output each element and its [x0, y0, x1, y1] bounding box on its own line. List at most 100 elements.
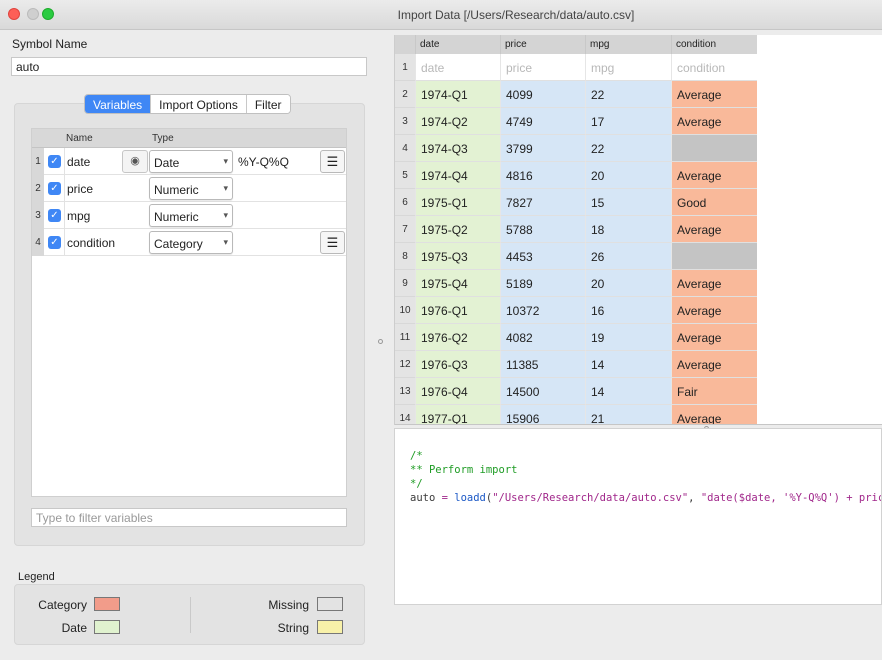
grid-cell[interactable]: Average — [671, 405, 757, 425]
grid-cell[interactable]: 4099 — [500, 81, 585, 108]
row-number: 6 — [395, 189, 415, 216]
column-header-mpg[interactable]: mpg — [585, 35, 671, 54]
grid-cell[interactable]: 18 — [585, 216, 671, 243]
splitter-handle[interactable] — [378, 339, 383, 344]
column-header-condition[interactable]: condition — [671, 35, 757, 54]
code-comment-body: ** Perform import — [410, 464, 518, 476]
variable-row: 2 ✓ price Numeric ▾ — [32, 175, 346, 202]
grid-cell[interactable]: 20 — [585, 162, 671, 189]
legend-string-swatch — [317, 620, 343, 634]
grid-cell[interactable]: mpg — [585, 54, 671, 81]
grid-cell[interactable]: Average — [671, 297, 757, 324]
code-var: auto — [410, 492, 436, 504]
row-number: 8 — [395, 243, 415, 270]
grid-cell[interactable]: 4453 — [500, 243, 585, 270]
type-select[interactable]: Numeric ▾ — [149, 177, 233, 200]
grid-cell[interactable]: 15906 — [500, 405, 585, 425]
variable-name: mpg — [67, 209, 91, 223]
grid-cell[interactable]: Fair — [671, 378, 757, 405]
include-checkbox[interactable]: ✓ — [48, 209, 61, 222]
grid-cell[interactable]: 1974-Q2 — [415, 108, 500, 135]
grid-cell[interactable]: 21 — [585, 405, 671, 425]
row-number: 14 — [395, 405, 415, 425]
type-select[interactable]: Numeric ▾ — [149, 204, 233, 227]
grid-cell[interactable]: 16 — [585, 297, 671, 324]
grid-cell[interactable]: Average — [671, 81, 757, 108]
code-preview-pane[interactable]: /* ** Perform import */ auto = loadd("/U… — [394, 428, 882, 605]
type-value: Category — [154, 237, 203, 251]
include-checkbox[interactable]: ✓ — [48, 236, 61, 249]
symbol-name-input[interactable]: auto — [11, 57, 367, 76]
type-select[interactable]: Category ▾ — [149, 231, 233, 254]
grid-cell[interactable]: 20 — [585, 270, 671, 297]
grid-cell[interactable]: 14500 — [500, 378, 585, 405]
grid-cell[interactable] — [671, 243, 757, 270]
grid-cell[interactable]: Average — [671, 162, 757, 189]
grid-cell[interactable]: 1977-Q1 — [415, 405, 500, 425]
column-header-date[interactable]: date — [415, 35, 500, 54]
eye-icon[interactable]: ◉ — [122, 150, 148, 173]
code-arg-formula: "date($date, '%Y-Q%Q') + price + — [700, 492, 881, 504]
data-preview-grid: date price mpg condition 1 date price mpg condit… — [394, 35, 882, 425]
grid-cell[interactable]: 22 — [585, 81, 671, 108]
date-format-field[interactable]: %Y-Q%Q — [238, 155, 289, 169]
chevron-down-icon: ▾ — [223, 183, 228, 193]
grid-cell[interactable]: 19 — [585, 324, 671, 351]
grid-cell[interactable]: 14 — [585, 351, 671, 378]
grid-cell[interactable]: price — [500, 54, 585, 81]
grid-cell[interactable]: 1975-Q2 — [415, 216, 500, 243]
grid-cell[interactable]: 1976-Q4 — [415, 378, 500, 405]
legend-date-swatch — [94, 620, 120, 634]
grid-cell[interactable]: Average — [671, 351, 757, 378]
grid-cell[interactable]: 1976-Q3 — [415, 351, 500, 378]
tab-import-options[interactable]: Import Options — [150, 95, 246, 113]
grid-cell[interactable]: 1975-Q4 — [415, 270, 500, 297]
variable-name: price — [67, 182, 94, 196]
menu-icon[interactable]: ☰ — [320, 231, 345, 254]
grid-cell[interactable]: 1974-Q3 — [415, 135, 500, 162]
grid-cell[interactable]: 1975-Q1 — [415, 189, 500, 216]
include-checkbox[interactable]: ✓ — [48, 182, 61, 195]
grid-cell[interactable]: 15 — [585, 189, 671, 216]
cell-separator — [64, 175, 65, 202]
type-select[interactable]: Date ▾ — [149, 150, 233, 173]
legend-date-label: Date — [61, 621, 87, 635]
code-comment-open: /* — [410, 450, 423, 462]
grid-cell[interactable]: Average — [671, 324, 757, 351]
grid-cell[interactable] — [671, 135, 757, 162]
grid-cell[interactable]: 14 — [585, 378, 671, 405]
row-number: 7 — [395, 216, 415, 243]
variable-name: date — [67, 155, 91, 169]
grid-cell[interactable]: 26 — [585, 243, 671, 270]
grid-cell[interactable]: 1976-Q1 — [415, 297, 500, 324]
tab-variables[interactable]: Variables — [85, 95, 151, 113]
grid-cell[interactable]: 4082 — [500, 324, 585, 351]
grid-cell[interactable]: 11385 — [500, 351, 585, 378]
grid-cell[interactable]: date — [415, 54, 500, 81]
legend-missing-label: Missing — [268, 598, 309, 612]
grid-cell[interactable]: Good — [671, 189, 757, 216]
grid-cell[interactable]: 10372 — [500, 297, 585, 324]
import-data-window: Import Data [/Users/Research/data/auto.c… — [0, 0, 882, 660]
grid-cell[interactable]: 7827 — [500, 189, 585, 216]
grid-cell[interactable]: Average — [671, 216, 757, 243]
tab-filter[interactable]: Filter — [245, 95, 290, 113]
grid-cell[interactable]: 5189 — [500, 270, 585, 297]
grid-cell[interactable]: 1974-Q1 — [415, 81, 500, 108]
grid-cell[interactable]: 1975-Q3 — [415, 243, 500, 270]
grid-cell[interactable]: Average — [671, 108, 757, 135]
grid-cell[interactable]: 5788 — [500, 216, 585, 243]
grid-cell[interactable]: 4816 — [500, 162, 585, 189]
grid-cell[interactable]: condition — [671, 54, 757, 81]
column-header-price[interactable]: price — [500, 35, 585, 54]
grid-cell[interactable]: Average — [671, 270, 757, 297]
grid-cell[interactable]: 1976-Q2 — [415, 324, 500, 351]
grid-cell[interactable]: 3799 — [500, 135, 585, 162]
filter-variables-input[interactable]: Type to filter variables — [31, 508, 347, 527]
menu-icon[interactable]: ☰ — [320, 150, 345, 173]
grid-cell[interactable]: 4749 — [500, 108, 585, 135]
grid-cell[interactable]: 17 — [585, 108, 671, 135]
grid-cell[interactable]: 1974-Q4 — [415, 162, 500, 189]
grid-cell[interactable]: 22 — [585, 135, 671, 162]
include-checkbox[interactable]: ✓ — [48, 155, 61, 168]
